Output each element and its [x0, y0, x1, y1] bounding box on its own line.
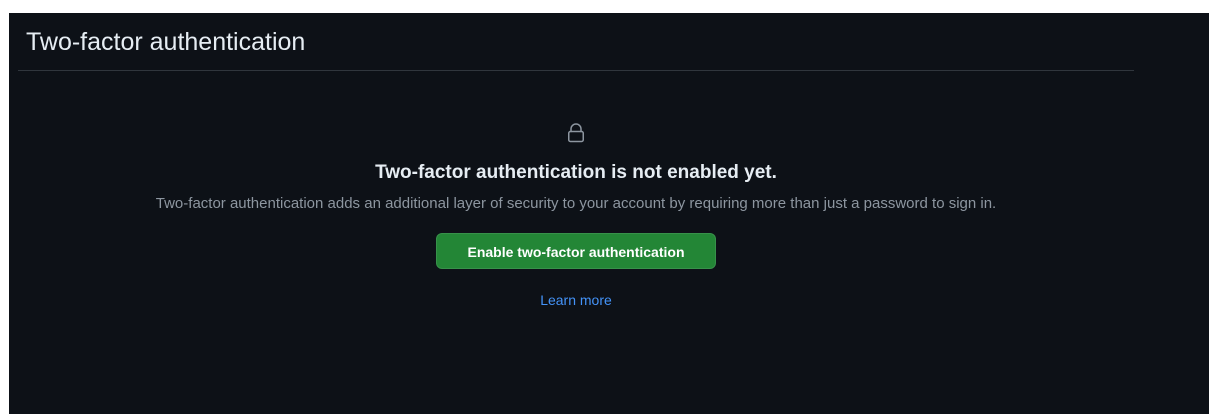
page-title: Two-factor authentication [26, 28, 306, 56]
learn-more-link[interactable]: Learn more [9, 291, 1143, 309]
page-header: Two-factor authentication [18, 13, 1134, 71]
lock-icon [568, 123, 584, 143]
two-factor-empty-state: Two-factor authentication is not enabled… [9, 121, 1143, 309]
enable-two-factor-button[interactable]: Enable two-factor authentication [436, 233, 716, 269]
settings-panel: Two-factor authentication Two-factor aut… [9, 13, 1209, 414]
empty-state-description: Two-factor authentication adds an additi… [155, 195, 997, 212]
empty-state-title: Two-factor authentication is not enabled… [375, 162, 777, 183]
